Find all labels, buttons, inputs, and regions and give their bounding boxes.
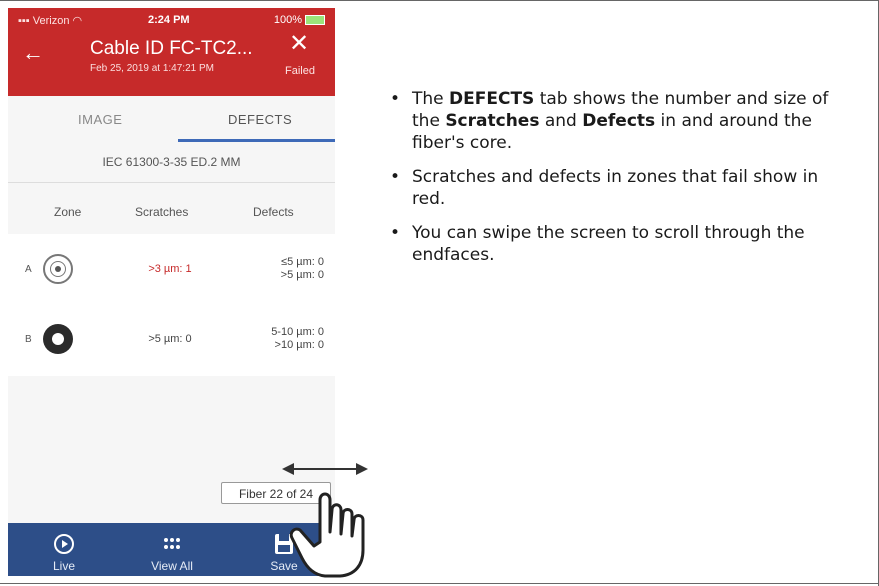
battery-icon bbox=[305, 15, 325, 26]
view-all-button[interactable]: View All bbox=[132, 523, 212, 575]
table-header: Zone Scratches Defects bbox=[8, 182, 335, 235]
frame-top-border bbox=[0, 0, 879, 1]
column-header-scratches: Scratches bbox=[135, 205, 189, 219]
status-time: 2:24 PM bbox=[148, 14, 190, 26]
defects-value: 5-10 µm: 0 >10 µm: 0 bbox=[238, 326, 324, 352]
page-subtitle: Feb 25, 2019 at 1:47:21 PM bbox=[90, 63, 214, 74]
defects-value-line: ≤5 µm: 0 bbox=[281, 256, 324, 268]
close-icon[interactable]: ✕ bbox=[289, 32, 309, 56]
swipe-gesture-icon bbox=[280, 450, 390, 580]
page-title: Cable ID FC-TC2... bbox=[90, 38, 253, 59]
live-button[interactable]: Live bbox=[24, 523, 104, 575]
grid-dots-icon bbox=[132, 531, 212, 557]
scratches-value: >3 µm: 1 bbox=[148, 263, 192, 275]
tab-bar: IMAGE DEFECTS bbox=[8, 96, 335, 142]
live-label: Live bbox=[52, 559, 75, 573]
defects-value-line: >5 µm: 0 bbox=[280, 269, 324, 281]
arrow-left-icon[interactable]: ← bbox=[22, 42, 44, 64]
zone-label: B bbox=[25, 334, 32, 345]
view-all-label: View All bbox=[151, 559, 193, 573]
wifi-icon: ◠ bbox=[72, 15, 83, 27]
carrier-label: ▪▪▪ Verizon ◠ bbox=[18, 15, 83, 27]
defects-table: A >3 µm: 1 ≤5 µm: 0 >5 µm: 0 B >5 µm: 0 … bbox=[8, 234, 335, 376]
instruction-item: You can swipe the screen to scroll throu… bbox=[384, 222, 854, 266]
tab-image[interactable]: IMAGE bbox=[78, 112, 122, 127]
status-bar: ▪▪▪ Verizon ◠ 2:24 PM 100% bbox=[8, 14, 335, 28]
status-badge: Failed bbox=[285, 65, 315, 77]
instruction-item: Scratches and defects in zones that fail… bbox=[384, 166, 854, 210]
table-row: A >3 µm: 1 ≤5 µm: 0 >5 µm: 0 bbox=[8, 234, 335, 304]
battery-indicator: 100% bbox=[274, 14, 325, 26]
defects-value: ≤5 µm: 0 >5 µm: 0 bbox=[238, 256, 324, 282]
zone-label: A bbox=[25, 264, 32, 275]
instructions-list: The DEFECTS tab shows the number and siz… bbox=[384, 88, 854, 278]
zone-b-ring-icon bbox=[43, 324, 73, 354]
column-header-zone: Zone bbox=[54, 205, 82, 219]
play-circle-icon bbox=[24, 531, 104, 557]
standard-label: IEC 61300-3-35 ED.2 MM bbox=[102, 155, 241, 169]
tab-defects[interactable]: DEFECTS bbox=[228, 112, 292, 127]
frame-bottom-border bbox=[0, 583, 879, 584]
table-row: B >5 µm: 0 5-10 µm: 0 >10 µm: 0 bbox=[8, 304, 335, 374]
instruction-item: The DEFECTS tab shows the number and siz… bbox=[384, 88, 854, 154]
defects-value-line: 5-10 µm: 0 bbox=[271, 326, 324, 338]
zone-a-ring-icon bbox=[43, 254, 73, 284]
defects-value-line: >10 µm: 0 bbox=[274, 339, 324, 351]
scratches-value: >5 µm: 0 bbox=[148, 333, 192, 345]
app-header: ▪▪▪ Verizon ◠ 2:24 PM 100% ← Cable ID FC… bbox=[8, 8, 335, 96]
column-header-defects: Defects bbox=[253, 205, 294, 219]
